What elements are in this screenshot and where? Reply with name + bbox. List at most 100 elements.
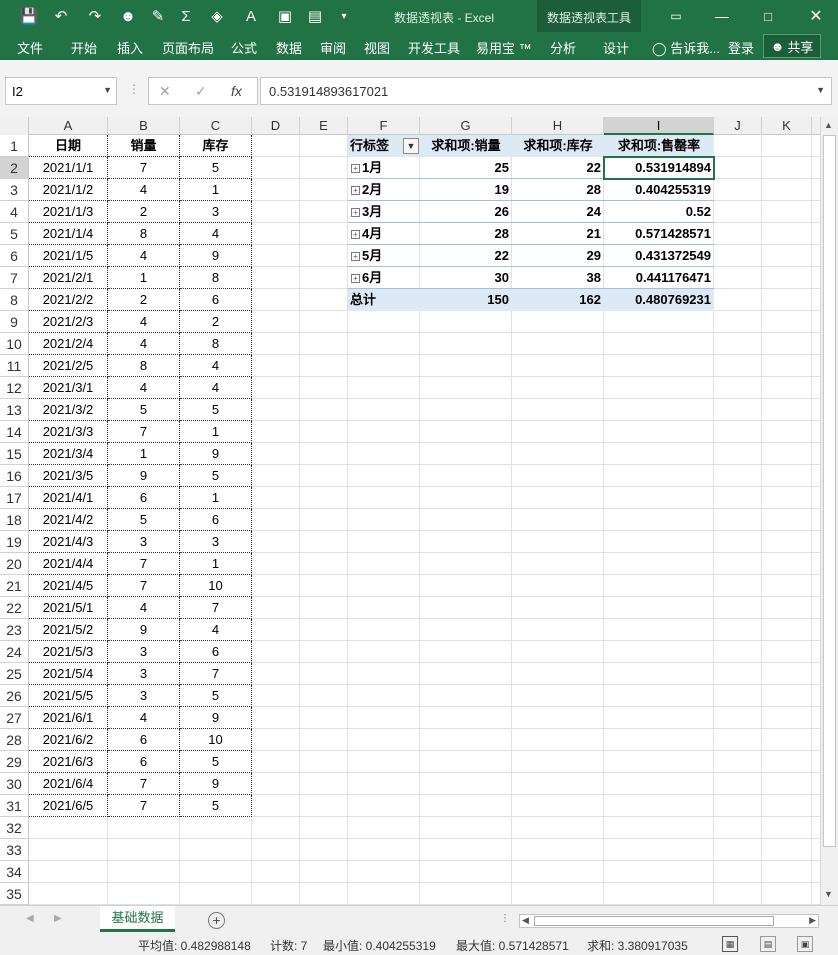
value-cell[interactable]: 8 [180,333,252,355]
row-header[interactable]: 12 [0,377,29,399]
date-cell[interactable]: 2021/2/5 [29,355,108,377]
value-cell[interactable]: 6 [108,751,180,773]
scroll-right-icon[interactable]: ▶ [809,915,816,926]
vertical-scrollbar[interactable]: ▲ ▼ [820,117,838,905]
page-layout-view-icon[interactable]: ▤ [760,936,776,952]
value-cell[interactable]: 3 [108,663,180,685]
value-cell[interactable]: 10 [180,575,252,597]
date-cell[interactable]: 2021/2/2 [29,289,108,311]
expand-icon[interactable]: + [351,230,360,240]
pivot-value-cell[interactable]: 0.404255319 [604,179,714,201]
value-cell[interactable]: 5 [108,509,180,531]
value-cell[interactable]: 1 [180,421,252,443]
column-header-f[interactable]: F [348,117,420,135]
value-cell[interactable]: 3 [108,685,180,707]
column-header-j[interactable]: J [714,117,762,135]
value-cell[interactable]: 4 [180,223,252,245]
horizontal-scroll-thumb[interactable] [534,916,774,926]
value-cell[interactable]: 4 [180,619,252,641]
scroll-up-icon[interactable]: ▲ [824,120,833,130]
row-header[interactable]: 30 [0,773,29,795]
value-cell[interactable]: 1 [180,487,252,509]
sheet-prev-icon[interactable]: ◀ [26,913,34,924]
minimize-icon[interactable]: — [712,6,732,26]
date-cell[interactable]: 2021/6/4 [29,773,108,795]
date-cell[interactable]: 2021/3/4 [29,443,108,465]
chart-icon[interactable]: ▤ [304,5,326,27]
name-box[interactable]: I2 ▼ [5,77,117,105]
value-cell[interactable]: 3 [108,641,180,663]
value-cell[interactable]: 7 [108,773,180,795]
row-header[interactable]: 2 [0,157,29,179]
date-cell[interactable]: 2021/5/1 [29,597,108,619]
value-cell[interactable]: 5 [180,157,252,179]
value-cell[interactable]: 7 [180,597,252,619]
scroll-down-icon[interactable]: ▼ [824,889,833,899]
value-cell[interactable]: 9 [180,443,252,465]
row-header[interactable]: 19 [0,531,29,553]
value-cell[interactable]: 5 [180,685,252,707]
date-cell[interactable]: 2021/2/3 [29,311,108,333]
pivot-value-header[interactable]: 求和项:售罄率 [604,135,714,157]
date-cell[interactable]: 2021/4/4 [29,553,108,575]
tab-review[interactable]: 审阅 [320,38,346,57]
value-cell[interactable]: 4 [180,377,252,399]
share-button[interactable]: ☻ 共享 [763,34,821,58]
row-header[interactable]: 17 [0,487,29,509]
value-cell[interactable]: 4 [108,245,180,267]
fill-color-icon[interactable]: ◈ [206,5,228,27]
date-cell[interactable]: 2021/3/2 [29,399,108,421]
row-header[interactable]: 14 [0,421,29,443]
value-cell[interactable]: 1 [180,553,252,575]
column-header-h[interactable]: H [512,117,604,135]
row-header[interactable]: 29 [0,751,29,773]
value-cell[interactable]: 6 [108,487,180,509]
pivot-row-label[interactable]: +5月 [348,245,420,267]
value-cell[interactable]: 7 [108,157,180,179]
value-cell[interactable]: 7 [180,663,252,685]
value-cell[interactable]: 6 [180,289,252,311]
date-cell[interactable]: 2021/6/3 [29,751,108,773]
column-header-i[interactable]: I [604,117,714,135]
value-cell[interactable]: 4 [108,707,180,729]
date-cell[interactable]: 2021/1/4 [29,223,108,245]
value-cell[interactable]: 3 [180,201,252,223]
login-link[interactable]: 登录 [728,38,754,57]
tab-insert[interactable]: 插入 [117,38,143,57]
tab-easy-tools[interactable]: 易用宝 ™ [476,38,532,57]
value-cell[interactable]: 9 [180,707,252,729]
value-cell[interactable]: 1 [108,267,180,289]
row-header[interactable]: 22 [0,597,29,619]
value-cell[interactable]: 10 [180,729,252,751]
value-cell[interactable]: 4 [180,355,252,377]
pivot-grand-total-value[interactable]: 150 [420,289,512,311]
row-header[interactable]: 16 [0,465,29,487]
row-header[interactable]: 35 [0,883,29,905]
row-header[interactable]: 24 [0,641,29,663]
chevron-down-icon[interactable]: ▼ [103,85,112,95]
value-cell[interactable]: 5 [180,399,252,421]
date-cell[interactable]: 2021/6/5 [29,795,108,817]
value-cell[interactable]: 9 [180,245,252,267]
pivot-value-cell[interactable]: 25 [420,157,512,179]
value-cell[interactable]: 6 [108,729,180,751]
row-header[interactable]: 34 [0,861,29,883]
date-cell[interactable]: 2021/1/5 [29,245,108,267]
expand-icon[interactable]: + [351,208,360,218]
column-header-b[interactable]: B [108,117,180,135]
expand-icon[interactable]: + [351,252,360,262]
date-cell[interactable]: 2021/3/5 [29,465,108,487]
worksheet-grid[interactable]: 日期 销量 库存 2021/1/1 7 5 2021/1/2 4 1 2021/1/3 2 3 2021… [29,135,820,905]
date-cell[interactable]: 2021/6/2 [29,729,108,751]
row-header[interactable]: 20 [0,553,29,575]
date-cell[interactable]: 2021/1/1 [29,157,108,179]
redo-icon[interactable]: ↷ [84,5,106,27]
value-cell[interactable]: 7 [108,795,180,817]
date-cell[interactable]: 2021/2/1 [29,267,108,289]
row-header[interactable]: 11 [0,355,29,377]
pivot-value-cell[interactable]: 21 [512,223,604,245]
column-header-e[interactable]: E [300,117,348,135]
row-header[interactable]: 32 [0,817,29,839]
value-cell[interactable]: 7 [108,575,180,597]
pivot-value-cell[interactable]: 22 [420,245,512,267]
